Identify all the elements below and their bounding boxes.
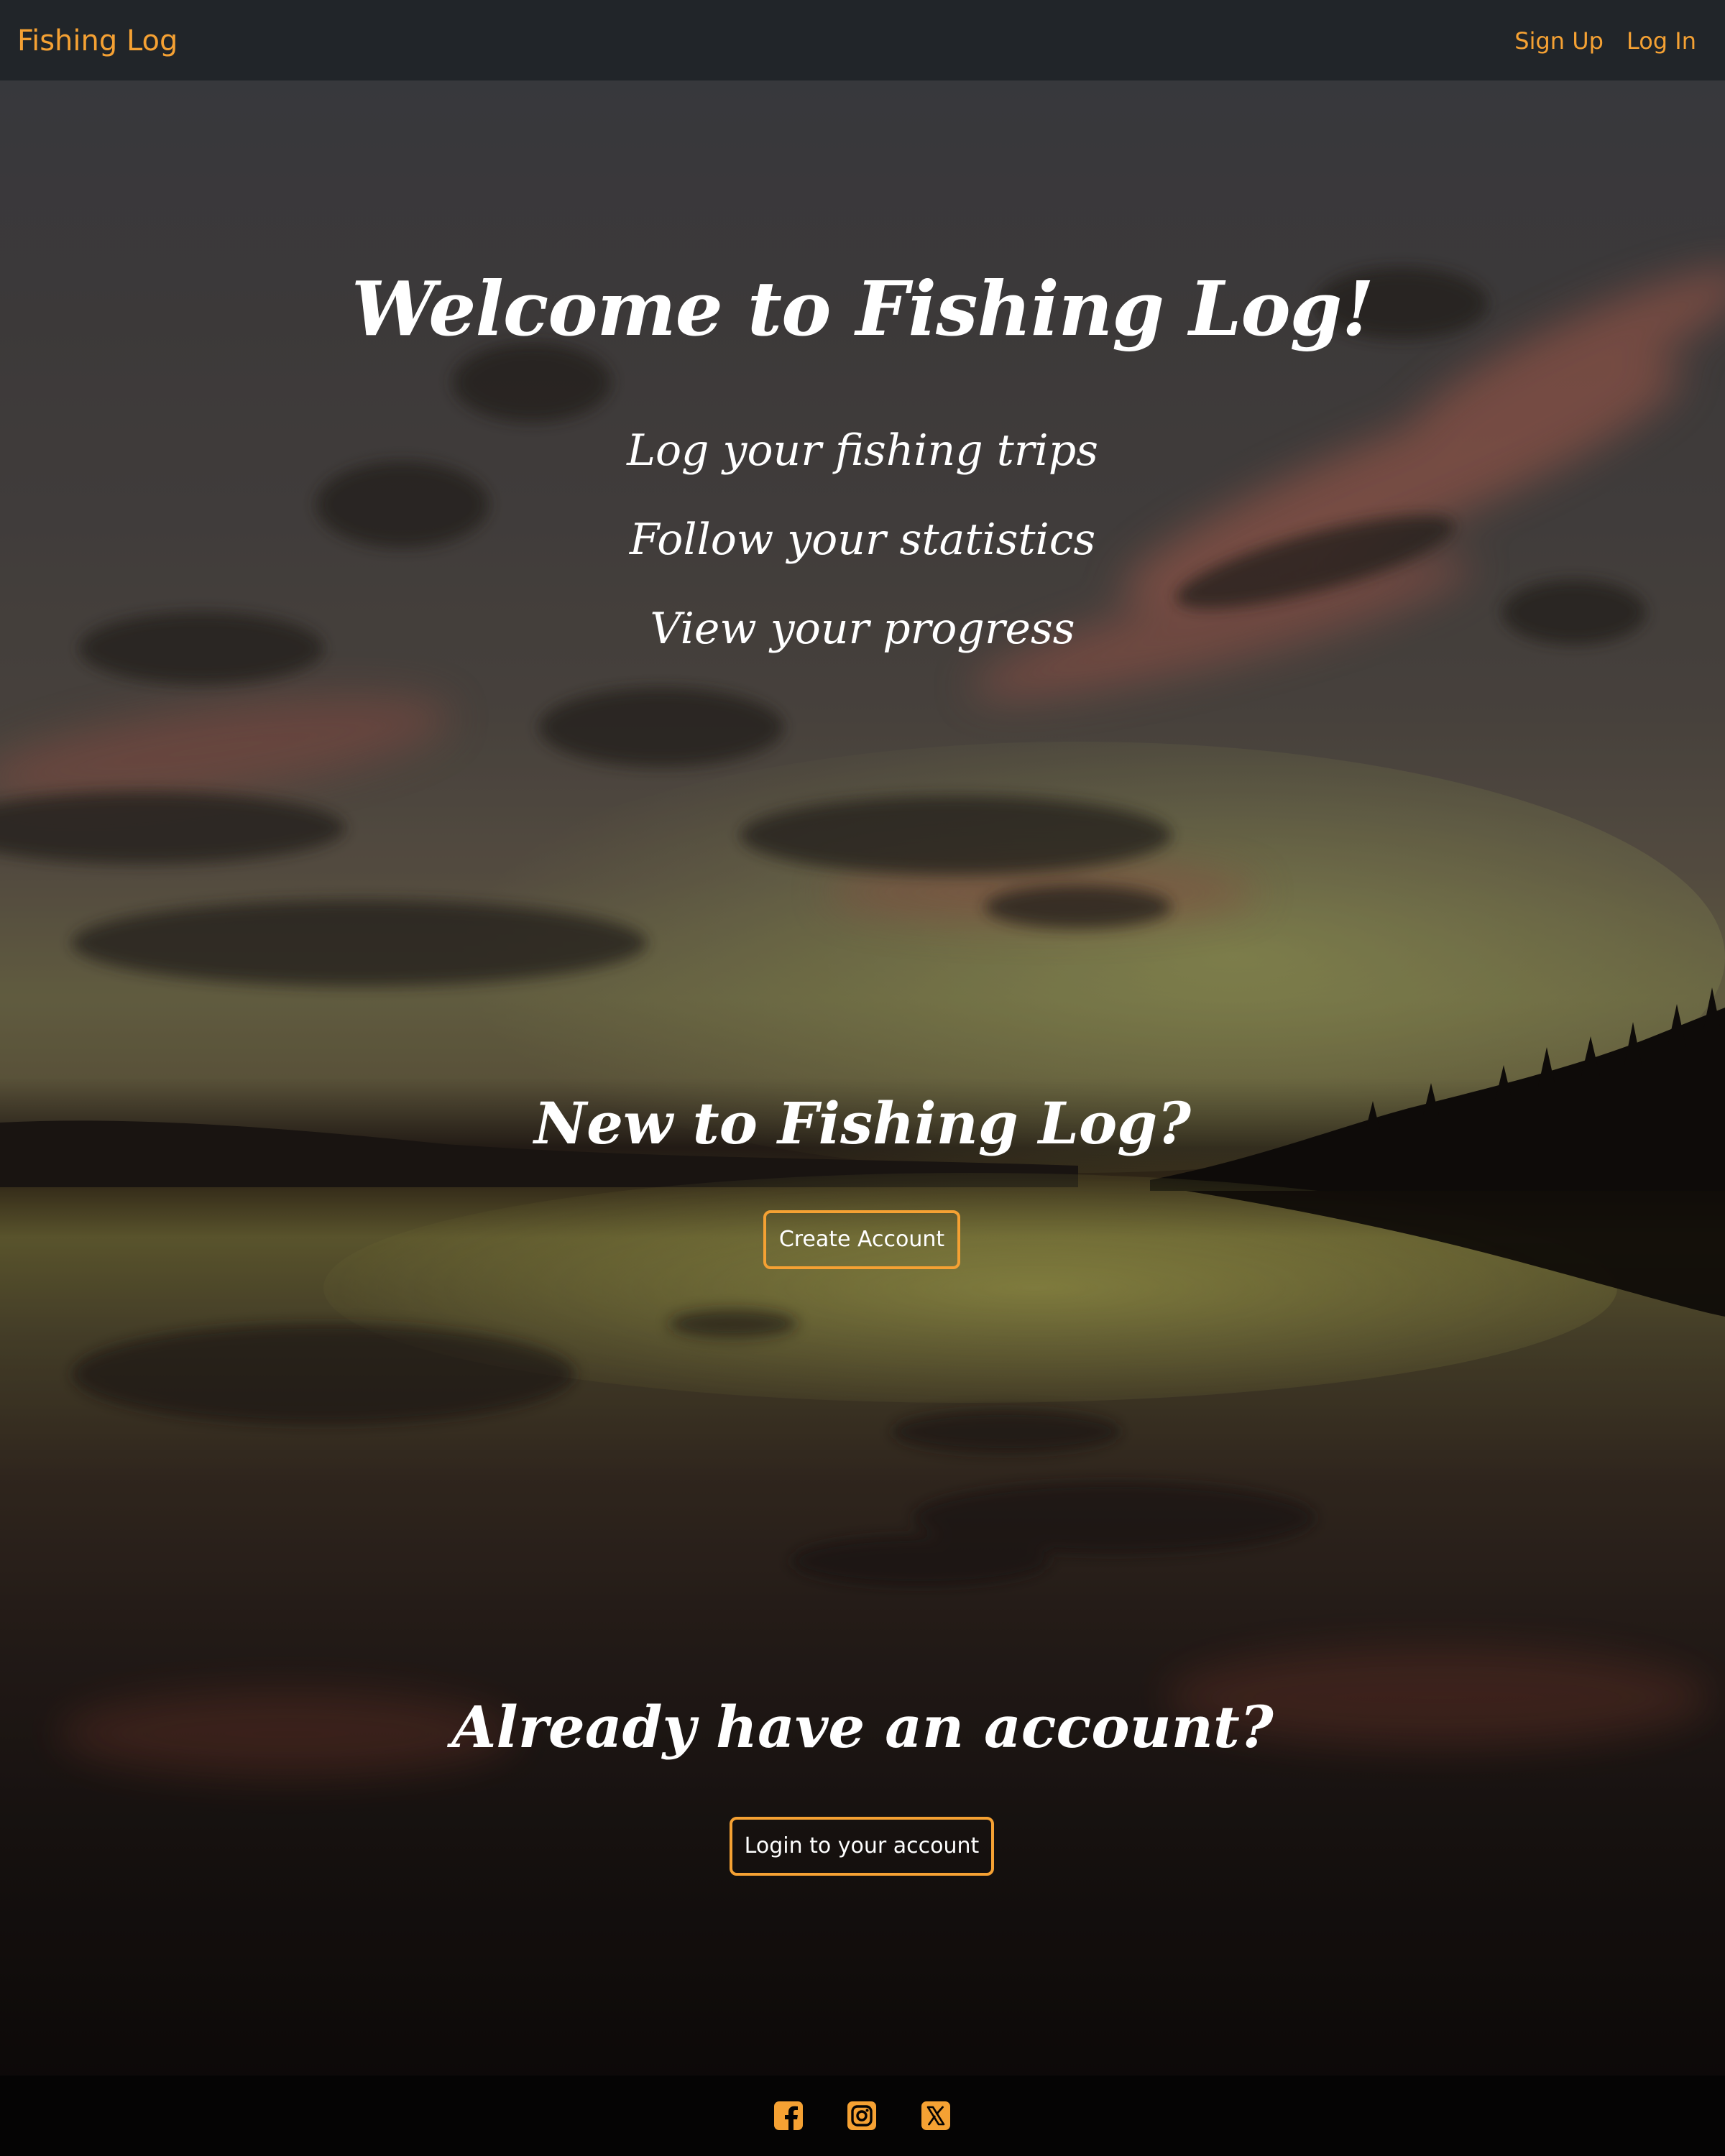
background-overlay [0,80,1725,2076]
log-in-link[interactable]: Log In [1627,23,1696,59]
page-title: Welcome to Fishing Log! [351,264,1374,353]
create-account-button[interactable]: Create Account [763,1210,960,1269]
tagline-progress: View your progress [650,604,1075,654]
navbar: Fishing Log Sign Up Log In [0,0,1725,80]
brand-link[interactable]: Fishing Log [17,20,178,62]
instagram-icon[interactable] [846,2100,878,2132]
new-user-heading: New to Fishing Log? [533,1089,1192,1157]
login-button[interactable]: Login to your account [730,1817,994,1876]
returning-user-heading: Already have an account? [451,1693,1274,1761]
facebook-icon[interactable] [773,2100,804,2132]
footer [0,2076,1725,2156]
page: Fishing Log Sign Up Log In Welcome to Fi… [0,0,1725,2156]
tagline-log-trips: Log your fishing trips [627,425,1098,476]
hero-section [0,80,1725,2076]
sign-up-link[interactable]: Sign Up [1514,23,1604,59]
tagline-statistics: Follow your statistics [629,515,1096,565]
nav-links: Sign Up Log In [1514,23,1696,59]
x-icon[interactable] [920,2100,952,2132]
